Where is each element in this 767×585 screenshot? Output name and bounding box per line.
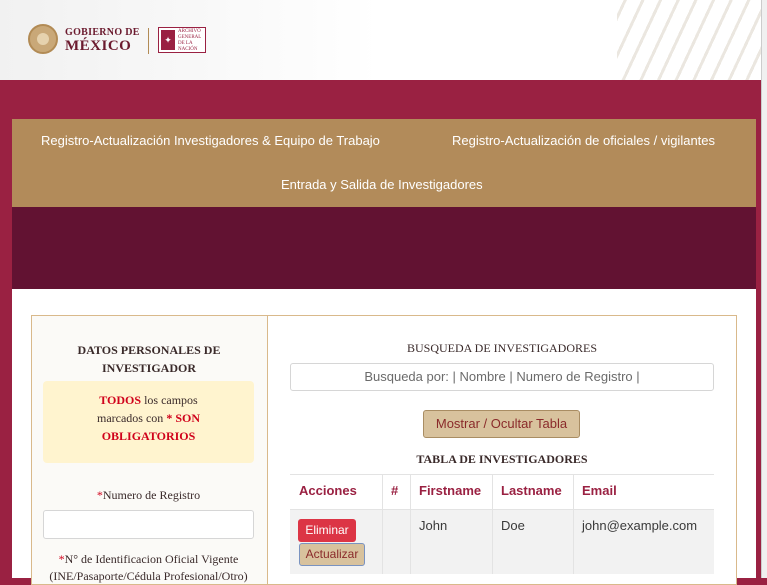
column-divider — [410, 475, 411, 509]
column-acciones: Acciones — [299, 483, 357, 498]
identificacion-label: *N° de Identificacion Oficial Vigente — [43, 552, 254, 567]
decorative-pattern — [617, 0, 767, 80]
update-button[interactable]: Actualizar — [299, 543, 365, 566]
search-title: BUSQUEDA DE INVESTIGADORES — [406, 341, 597, 355]
toggle-table-button[interactable]: Mostrar / Ocultar Tabla — [423, 410, 580, 438]
nav-registro-oficiales[interactable]: Registro-Actualización de oficiales / vi… — [452, 133, 715, 148]
search-input[interactable]: Busqueda por: | Nombre | Numero de Regis… — [290, 363, 714, 391]
column-divider — [382, 475, 383, 509]
main-nav: Registro-Actualización Investigadores & … — [12, 119, 756, 207]
gobierno-label: GOBIERNO DE — [65, 27, 140, 38]
nav-registro-investigadores[interactable]: Registro-Actualización Investigadores & … — [41, 133, 380, 148]
table-row: Eliminar Actualizar John Doe john@exampl… — [290, 510, 714, 574]
personal-data-title-line2: INVESTIGADOR — [101, 361, 197, 375]
row-email: john@example.com — [582, 518, 698, 533]
alert-obligatorios: OBLIGATORIOS — [101, 429, 196, 443]
required-fields-alert: TODOS los campos marcados con * SON OBLI… — [43, 381, 254, 463]
table-title: TABLA DE INVESTIGADORES — [416, 452, 588, 466]
alert-text-part1: los campos — [141, 393, 198, 407]
agn-logo-icon: ✦ — [161, 30, 175, 50]
registro-label-text: Numero de Registro — [102, 488, 201, 502]
personal-data-title-line1: DATOS PERSONALES DE — [77, 343, 221, 357]
column-divider — [382, 510, 383, 574]
column-divider — [492, 510, 493, 574]
actions-cell: Eliminar Actualizar — [290, 510, 382, 574]
row-lastname: Doe — [501, 518, 525, 533]
column-firstname: Firstname — [419, 483, 482, 498]
identificacion-sublabel: (INE/Pasaporte/Cédula Profesional/Otro) — [49, 569, 248, 583]
alert-text: TODOS los campos marcados con * SON OBLI… — [43, 391, 254, 445]
top-header: GOBIERNO DE MÉXICO ✦ ARCHIVO GENERAL DE … — [0, 0, 767, 80]
logo-divider — [148, 28, 149, 54]
search-panel: BUSQUEDA DE INVESTIGADORES Busqueda por:… — [267, 315, 737, 585]
nav-entrada-salida[interactable]: Entrada y Salida de Investigadores — [281, 177, 483, 192]
column-lastname: Lastname — [501, 483, 562, 498]
column-divider — [492, 475, 493, 509]
registro-input[interactable] — [43, 510, 254, 539]
column-divider — [573, 510, 574, 574]
column-number: # — [391, 483, 399, 498]
identificacion-label-text: N° de Identificacion Oficial Vigente — [64, 552, 239, 566]
delete-button[interactable]: Eliminar — [298, 519, 356, 542]
column-email: Email — [582, 483, 617, 498]
alert-text-part2: marcados con — [97, 411, 167, 425]
personal-data-panel: DATOS PERSONALES DE INVESTIGADOR TODOS l… — [31, 315, 267, 585]
mexico-label: MÉXICO — [65, 38, 132, 54]
hero-band — [12, 207, 756, 289]
alert-todos: TODOS — [99, 393, 142, 407]
column-divider — [573, 475, 574, 509]
mexico-seal-icon — [28, 24, 58, 54]
vertical-scrollbar[interactable] — [761, 0, 767, 578]
personal-data-title: DATOS PERSONALES DE INVESTIGADOR — [44, 341, 254, 377]
row-number — [382, 510, 410, 574]
table-header: Acciones # Firstname Lastname Email — [290, 474, 714, 511]
main-content: DATOS PERSONALES DE INVESTIGADOR TODOS l… — [12, 289, 756, 585]
agn-logo-text: ARCHIVO GENERAL DE LA NACIÓN — [178, 29, 202, 52]
agn-logo: ✦ ARCHIVO GENERAL DE LA NACIÓN — [158, 27, 206, 53]
alert-son: * SON — [166, 411, 200, 425]
registro-label: *Numero de Registro — [43, 488, 254, 503]
row-firstname: John — [419, 518, 448, 533]
column-divider — [410, 510, 411, 574]
